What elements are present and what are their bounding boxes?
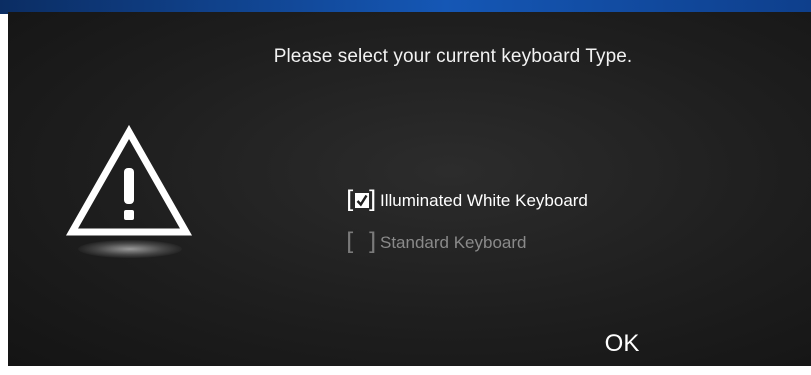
screen: Please select your current keyboard Type… xyxy=(0,0,811,375)
option-illuminated-white-keyboard[interactable]: [ ] Illuminated White Keyboard xyxy=(346,187,588,214)
warning-icon xyxy=(64,124,194,264)
option-label-standard: Standard Keyboard xyxy=(380,233,527,252)
checked-checkbox-icon[interactable]: [ ] xyxy=(346,187,376,214)
option-standard-keyboard[interactable]: [ ] Standard Keyboard xyxy=(346,229,588,256)
keyboard-options: [ ] Illuminated White Keyboard [ ] Stand… xyxy=(346,187,588,272)
ok-button[interactable]: OK xyxy=(584,327,660,361)
dialog-title: Please select your current keyboard Type… xyxy=(273,46,633,67)
bottom-edge xyxy=(0,366,811,375)
warning-icon-glow xyxy=(78,240,182,258)
unchecked-checkbox-icon[interactable]: [ ] xyxy=(346,229,376,256)
warning-triangle-icon xyxy=(65,124,193,236)
keyboard-type-dialog: Please select your current keyboard Type… xyxy=(8,12,811,366)
option-label-illuminated: Illuminated White Keyboard xyxy=(380,191,588,210)
